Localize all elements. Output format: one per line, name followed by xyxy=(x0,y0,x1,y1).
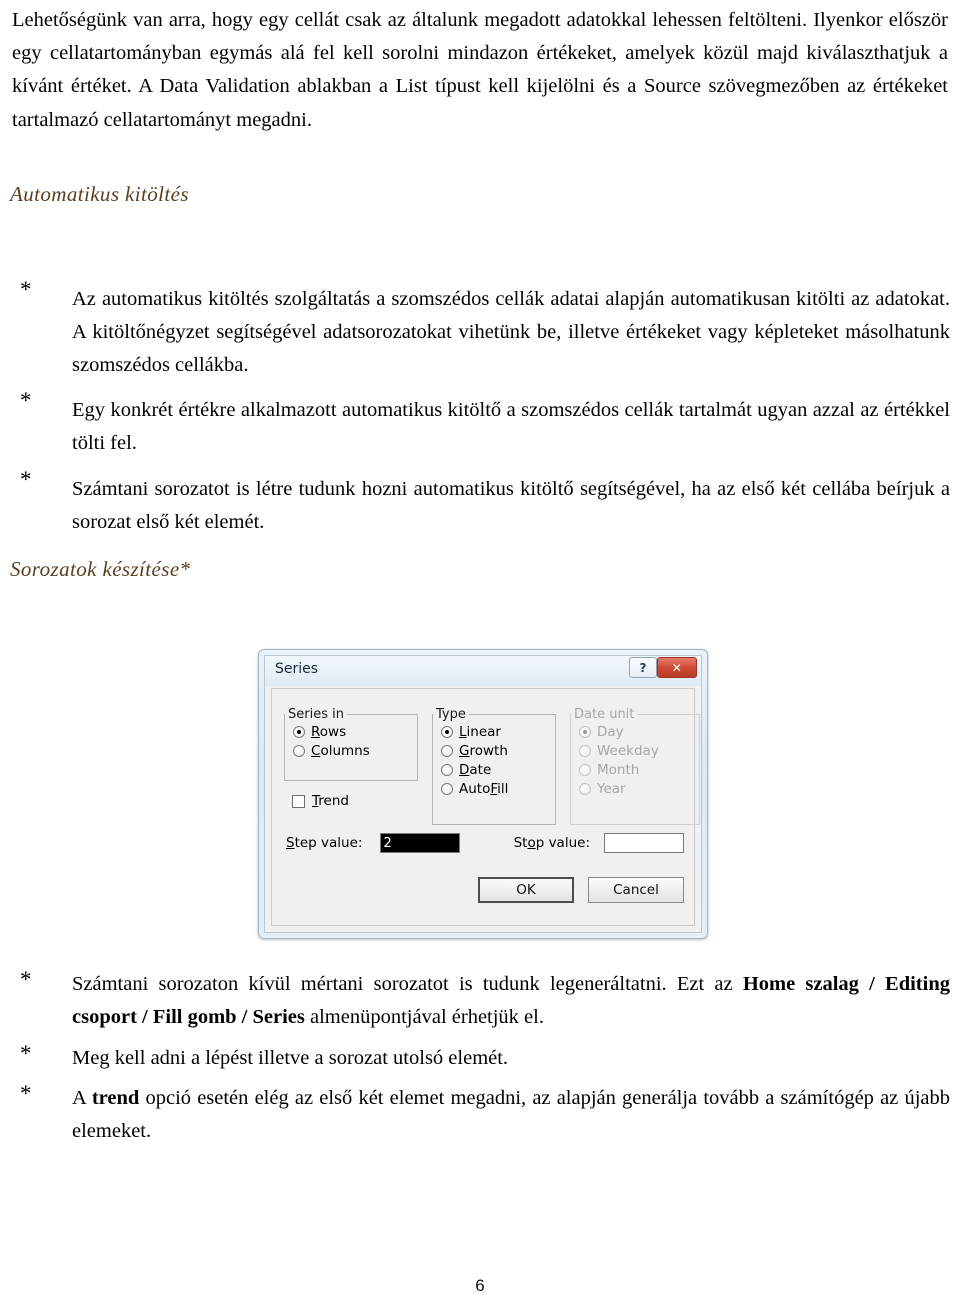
date-unit-legend: Date unit xyxy=(574,707,635,722)
radio-label: Linear xyxy=(459,724,501,740)
series-dialog-figure: Series ? ✕ Series in Rows Columns Type L… xyxy=(258,649,708,939)
trend-label: Trend xyxy=(312,793,349,809)
help-icon[interactable]: ? xyxy=(629,657,657,678)
radio-date-unit-day: Day xyxy=(579,724,699,741)
list-item-text: A trend opció esetén elég az első két el… xyxy=(72,1080,950,1148)
radio-off-icon xyxy=(441,783,453,796)
bullet-marker-icon: * xyxy=(20,967,32,992)
step-value-label: Step value: xyxy=(286,835,363,851)
list-item-text: Egy konkrét értékre alkalmazott automati… xyxy=(72,399,950,455)
page-number: 6 xyxy=(475,1276,485,1295)
radio-off-icon xyxy=(293,745,305,758)
date-unit-group: Date unit Day Weekday Month Year xyxy=(570,707,700,825)
series-in-group: Series in Rows Columns xyxy=(284,707,418,781)
bullet-marker-icon: * xyxy=(20,466,32,492)
radio-type-autofill[interactable]: AutoFill xyxy=(441,781,555,798)
radio-label: Month xyxy=(597,761,640,778)
bullet-marker-icon: * xyxy=(20,277,32,302)
autofill-bullet-list: * Az automatikus kitöltés szolgáltatás a… xyxy=(10,276,950,545)
text-run: Számtani sorozaton kívül mértani sorozat… xyxy=(72,973,743,995)
list-item: * A trend opció esetén elég az első két … xyxy=(10,1080,950,1148)
list-item: * Meg kell adni a lépést illetve a soroz… xyxy=(10,1040,950,1075)
radio-off-icon xyxy=(579,764,591,777)
radio-type-linear[interactable]: Linear xyxy=(441,724,555,741)
step-value-input[interactable]: 2 xyxy=(380,833,461,853)
radio-on-icon xyxy=(293,726,305,739)
text-run: opció esetén elég az első két elemet meg… xyxy=(72,1087,950,1143)
series-dialog-title: Series xyxy=(275,661,319,677)
text-run-bold: trend xyxy=(91,1087,140,1110)
radio-off-icon xyxy=(441,745,453,758)
ok-button[interactable]: OK xyxy=(478,877,574,903)
stop-value-input[interactable] xyxy=(604,833,684,853)
text-run: A xyxy=(72,1087,92,1110)
document-page: Lehetőségünk van arra, hogy egy cellát c… xyxy=(0,4,960,1311)
bullet-marker-icon: * xyxy=(20,388,32,414)
cancel-button[interactable]: Cancel xyxy=(588,877,684,903)
step-value-text: 2 xyxy=(383,835,458,851)
radio-type-growth[interactable]: Growth xyxy=(441,743,555,760)
series-bullet-list: * Számtani sorozaton kívül mértani soroz… xyxy=(10,966,950,1154)
section-heading-autofill: Automatikus kitöltés xyxy=(10,182,189,206)
radio-off-icon xyxy=(579,783,591,796)
dialog-button-row: OK Cancel xyxy=(478,877,684,903)
series-dialog-titlebar: Series ? ✕ xyxy=(265,656,701,686)
list-item: * Számtani sorozatot is létre tudunk hoz… xyxy=(10,466,950,539)
radio-label: Date xyxy=(459,761,492,778)
trend-checkbox[interactable]: Trend xyxy=(292,793,349,809)
close-icon[interactable]: ✕ xyxy=(657,657,697,678)
list-item: * Egy konkrét értékre alkalmazott automa… xyxy=(10,387,950,460)
list-item-text: Meg kell adni a lépést illetve a sorozat… xyxy=(72,1040,950,1075)
type-group: Type Linear Growth Date AutoFill xyxy=(432,707,556,825)
list-item-text: Számtani sorozatot is létre tudunk hozni… xyxy=(72,477,950,533)
series-dialog-window: Series ? ✕ Series in Rows Columns Type L… xyxy=(258,649,708,939)
radio-off-icon xyxy=(579,745,591,758)
radio-on-icon xyxy=(441,726,453,739)
radio-label: Columns xyxy=(311,742,370,759)
radio-label: AutoFill xyxy=(459,780,509,797)
radio-on-icon xyxy=(579,726,591,739)
series-dialog-body: Series in Rows Columns Type Linear Growt… xyxy=(271,688,700,926)
bullet-marker-icon: * xyxy=(20,1081,32,1107)
list-item-text: Az automatikus kitöltés szolgáltatás a s… xyxy=(72,288,950,376)
text-run: Meg kell adni a lépést illetve a sorozat… xyxy=(72,1046,509,1069)
bullet-marker-icon: * xyxy=(20,1040,32,1066)
series-dialog-frame: Series ? ✕ Series in Rows Columns Type L… xyxy=(264,655,702,933)
radio-series-in-rows[interactable]: Rows xyxy=(293,724,417,741)
intro-paragraph: Lehetőségünk van arra, hogy egy cellát c… xyxy=(12,9,948,131)
radio-type-date[interactable]: Date xyxy=(441,762,555,779)
radio-label: Weekday xyxy=(597,742,659,759)
list-item-text: Számtani sorozaton kívül mértani sorozat… xyxy=(72,966,950,1034)
type-legend: Type xyxy=(436,707,466,722)
radio-date-unit-month: Month xyxy=(579,762,699,779)
radio-label: Growth xyxy=(459,742,508,759)
radio-off-icon xyxy=(441,764,453,777)
radio-label: Rows xyxy=(311,724,347,740)
value-row: Step value: 2 Stop value: xyxy=(286,833,684,853)
list-item: * Az automatikus kitöltés szolgáltatás a… xyxy=(10,276,950,381)
radio-label: Day xyxy=(597,724,624,740)
radio-date-unit-weekday: Weekday xyxy=(579,743,699,760)
checkbox-unchecked-icon xyxy=(292,794,305,808)
stop-value-label: Stop value: xyxy=(513,835,590,851)
list-item: * Számtani sorozaton kívül mértani soroz… xyxy=(10,966,950,1034)
radio-date-unit-year: Year xyxy=(579,781,699,798)
section-heading-series: Sorozatok készítése* xyxy=(10,557,191,581)
radio-series-in-columns[interactable]: Columns xyxy=(293,743,417,760)
text-run: almenüpontjával érhetjük el. xyxy=(304,1005,544,1028)
series-in-legend: Series in xyxy=(288,707,344,722)
radio-label: Year xyxy=(597,780,626,797)
